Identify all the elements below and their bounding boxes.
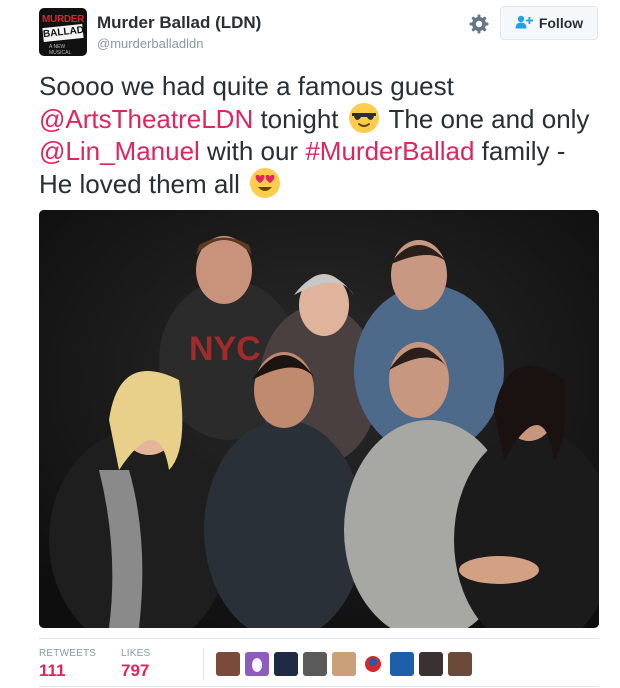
- stats-divider-bottom: [39, 686, 599, 687]
- tweet-text-part: with our: [199, 136, 306, 166]
- liker-avatar-1[interactable]: [216, 652, 240, 676]
- liker-avatar-9[interactable]: [448, 652, 472, 676]
- tweet-photo[interactable]: NYC: [39, 210, 599, 628]
- likes-count[interactable]: 797: [121, 661, 149, 681]
- person-add-icon: [515, 15, 533, 32]
- svg-text:NYC: NYC: [189, 330, 261, 368]
- tweet-text-part: The one and only: [381, 103, 590, 134]
- sunglasses-face-emoji: [348, 102, 379, 133]
- liker-avatar-3[interactable]: [274, 652, 298, 676]
- follow-button[interactable]: Follow: [500, 6, 598, 40]
- liker-avatar-6[interactable]: [361, 652, 385, 676]
- mention-lin-manuel[interactable]: @Lin_Manuel: [39, 136, 200, 166]
- stats-divider-top: [39, 638, 599, 639]
- tweet-text-part: Soooo we had quite a famous guest: [39, 71, 454, 101]
- account-avatar[interactable]: MURDER BALLAD A NEW MUSICAL: [39, 8, 87, 56]
- retweets-count[interactable]: 111: [39, 661, 66, 681]
- likes-label: LIKES: [121, 648, 151, 659]
- hashtag-murderballad[interactable]: #MurderBallad: [305, 136, 474, 166]
- tweet-text: Soooo we had quite a famous guest @ArtsT…: [39, 70, 604, 200]
- liker-avatar-4[interactable]: [303, 652, 327, 676]
- follow-label: Follow: [538, 15, 584, 31]
- mention-artstheatreldn[interactable]: @ArtsTheatreLDN: [39, 104, 253, 134]
- tweet-text-part: tonight: [253, 103, 346, 134]
- account-handle[interactable]: @murderballadldn: [97, 36, 203, 51]
- gear-icon[interactable]: [469, 14, 489, 34]
- liker-avatars: [216, 652, 472, 676]
- account-name[interactable]: Murder Ballad (LDN): [97, 13, 261, 33]
- heart-eyes-face-emoji: [250, 167, 281, 198]
- liker-avatar-7[interactable]: [390, 652, 414, 676]
- stats-vertical-divider: [203, 648, 204, 680]
- avatar-text-ballad: BALLAD: [42, 23, 85, 43]
- liker-avatar-5[interactable]: [332, 652, 356, 676]
- liker-avatar-8[interactable]: [419, 652, 443, 676]
- retweets-label: RETWEETS: [39, 648, 97, 659]
- liker-avatar-2[interactable]: [245, 652, 269, 676]
- avatar-text-subtitle: A NEW MUSICAL: [49, 44, 72, 56]
